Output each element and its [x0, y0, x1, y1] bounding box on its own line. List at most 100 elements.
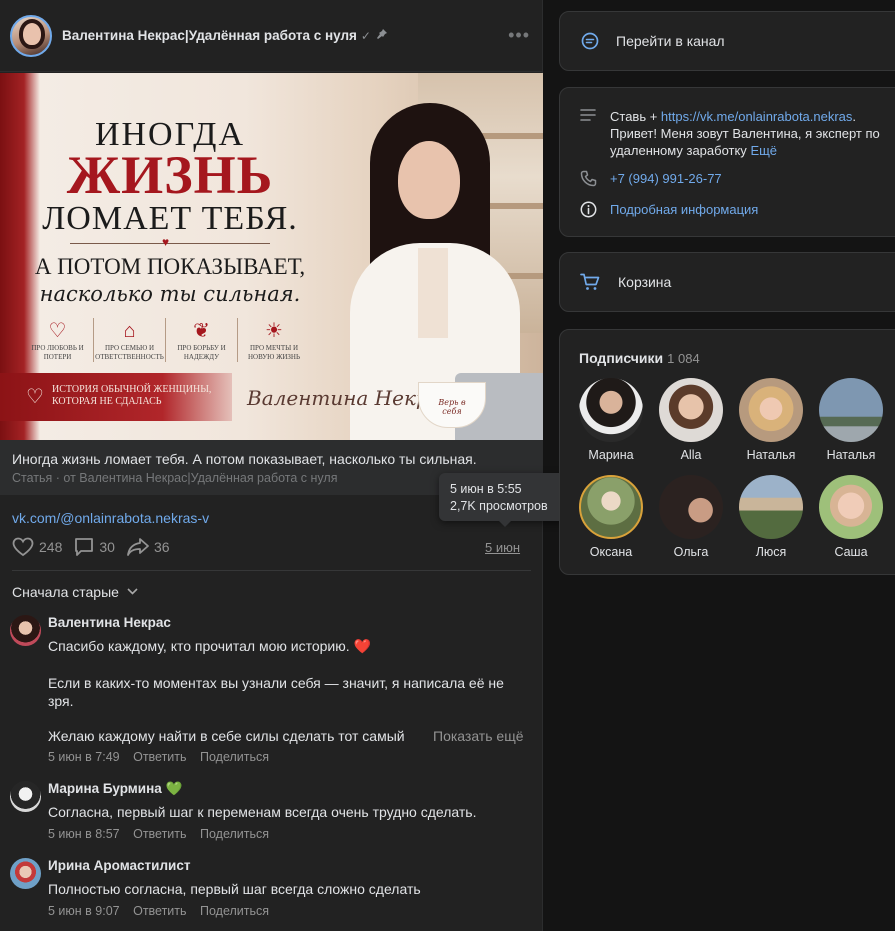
sprout-icon: ❦ [193, 320, 210, 342]
commenter-avatar[interactable] [10, 781, 41, 812]
go-to-channel-label: Перейти в канал [616, 33, 725, 49]
subscriber-item[interactable]: Марина [579, 378, 643, 462]
post-actions: 248 30 36 [12, 537, 182, 557]
show-more-link[interactable]: Показать ещё [429, 727, 524, 745]
comment-item: Валентина Некрас Спасибо каждому, кто пр… [10, 615, 535, 765]
subscriber-name: Наталья [746, 448, 796, 462]
subscriber-name: Оксана [589, 545, 633, 559]
banner-theme-caption: ПРО МЕЧТЫ И НОВУЮ ЖИЗНЬ [247, 344, 301, 361]
share-comment-button[interactable]: Поделиться [200, 904, 269, 918]
author-avatar[interactable] [10, 14, 52, 57]
tooltip-datetime: 5 июн в 5:55 [450, 482, 522, 496]
commenter-avatar[interactable] [10, 858, 41, 889]
reply-button[interactable]: Ответить [133, 904, 186, 918]
date-tooltip: 5 июн в 5:55 2,7K просмотров [439, 473, 569, 527]
comment-meta: 5 июн в 7:49 Ответить Поделиться [48, 750, 279, 764]
description-more-link[interactable]: Ещё [750, 143, 777, 158]
comment-text: Если в каких-то моментах вы узнали себя … [48, 675, 504, 709]
banner-title-line2: ЖИЗНЬ [66, 145, 274, 205]
subscriber-name: Наталья [826, 448, 876, 462]
heart-icon: ♥ [162, 235, 170, 249]
details-link[interactable]: Подробная информация [610, 201, 880, 221]
subscriber-avatar [659, 475, 723, 539]
more-options-icon[interactable]: ••• [508, 25, 530, 46]
sunrise-icon: ☀ [265, 320, 283, 342]
subscriber-avatar [579, 475, 643, 539]
share-button[interactable]: 36 [127, 537, 170, 557]
share-comment-button[interactable]: Поделиться [200, 827, 269, 841]
comment-item: Ирина Аромастилист Полностью согласна, п… [10, 858, 535, 923]
comment-text: Согласна, первый шаг к переменам всегда … [48, 804, 477, 820]
go-to-channel-button[interactable]: Перейти в канал [559, 11, 895, 71]
subscriber-name: Саша [834, 545, 868, 559]
info-icon [580, 201, 610, 221]
subscriber-item[interactable]: Alla [659, 378, 723, 462]
text-lines-icon [580, 108, 610, 159]
banner-theme-struggle: ❦ ПРО БОРЬБУ И НАДЕЖДУ [166, 318, 238, 362]
comment-time[interactable]: 5 июн в 8:57 [48, 827, 120, 841]
comment-icon [75, 538, 94, 556]
subscriber-item[interactable]: Наталья [739, 378, 803, 462]
share-comment-button[interactable]: Поделиться [200, 750, 269, 764]
commenter-name[interactable]: Валентина Некрас [48, 615, 171, 630]
divider [12, 570, 531, 571]
subscriber-item[interactable]: Люся [739, 475, 803, 559]
comment-sort-dropdown[interactable]: Сначала старые [12, 584, 138, 600]
reply-button[interactable]: Ответить [133, 750, 186, 764]
cart-label: Корзина [618, 274, 672, 290]
phone-link[interactable]: +7 (994) 991-26-77 [610, 170, 880, 190]
banner-divider [70, 243, 270, 244]
post-header: Валентина Некрас|Удалённая работа с нуля… [0, 0, 542, 72]
subscriber-avatar [659, 378, 723, 442]
heart-line-icon: ♡ [26, 386, 44, 408]
subscribers-header[interactable]: Подписчики 1 084 [579, 350, 700, 366]
heart-outline-icon: ♡ [48, 320, 67, 342]
pin-icon [376, 29, 387, 42]
post-date[interactable]: 5 июн [485, 540, 520, 555]
banner-theme-caption: ПРО СЕМЬЮ И ОТВЕТСТВЕННОСТЬ [95, 344, 164, 361]
subscriber-item[interactable]: Оксана [579, 475, 643, 559]
commenter-name[interactable]: Ирина Аромастилист [48, 858, 190, 873]
like-button[interactable]: 248 [12, 537, 62, 557]
phone-row: +7 (994) 991-26-77 [580, 170, 880, 190]
banner-theme-caption: ПРО БОРЬБУ И НАДЕЖДУ [177, 344, 226, 361]
comment-item: Марина Бурмина 💚 Согласна, первый шаг к … [10, 781, 535, 846]
description-row: Ставь + https://vk.me/onlainrabota.nekra… [580, 108, 880, 159]
comment-button[interactable]: 30 [74, 537, 115, 557]
banner-theme-dreams: ☀ ПРО МЕЧТЫ И НОВУЮ ЖИЗНЬ [238, 318, 310, 362]
comment-time[interactable]: 5 июн в 9:07 [48, 904, 120, 918]
comment-meta: 5 июн в 9:07 Ответить Поделиться [48, 904, 279, 918]
banner-subtitle-line1: А ПОТОМ ПОКАЗЫВАЕТ, [34, 254, 306, 279]
verified-icon: ✓ [360, 28, 371, 43]
share-count: 36 [153, 539, 170, 555]
cart-icon [580, 273, 600, 290]
subscribers-card: Подписчики 1 084 Марина Alla Наталья Ната… [559, 329, 895, 575]
subscriber-item[interactable]: Наталья [819, 378, 883, 462]
commenter-name[interactable]: Марина Бурмина 💚 [48, 781, 182, 797]
subscriber-item[interactable]: Ольга [659, 475, 723, 559]
article-title[interactable]: Иногда жизнь ломает тебя. А потом показы… [12, 451, 531, 467]
comment-meta: 5 июн в 8:57 Ответить Поделиться [48, 827, 279, 841]
community-description: Ставь + https://vk.me/onlainrabota.nekra… [610, 108, 880, 159]
sort-label: Сначала старые [12, 584, 119, 600]
comment-time[interactable]: 5 июн в 7:49 [48, 750, 120, 764]
subscriber-avatar [819, 475, 883, 539]
comment-text: Полностью согласна, первый шаг всегда сл… [48, 881, 421, 897]
subscriber-item[interactable]: Саша [819, 475, 883, 559]
reply-button[interactable]: Ответить [133, 827, 186, 841]
author-name[interactable]: Валентина Некрас|Удалённая работа с нуля [62, 28, 357, 43]
phone-icon [580, 170, 610, 190]
like-count: 248 [39, 539, 63, 555]
banner-title-line3: ЛОМАЕТ ТЕБЯ. [42, 200, 298, 237]
cart-button[interactable]: Корзина [559, 252, 895, 312]
description-link[interactable]: https://vk.me/onlainrabota.nekras [661, 109, 853, 124]
subscriber-name: Люся [755, 545, 787, 559]
banner-theme-love: ♡ ПРО ЛЮБОВЬ И ПОТЕРИ [22, 318, 94, 362]
subscribers-count: 1 084 [667, 351, 700, 366]
article-link[interactable]: vk.com/@onlainrabota.nekras-v [12, 510, 209, 526]
chevron-down-icon [127, 586, 138, 598]
banner-theme-family: ⌂ ПРО СЕМЬЮ И ОТВЕТСТВЕННОСТЬ [94, 318, 166, 362]
commenter-avatar[interactable] [10, 615, 41, 646]
heart-icon [12, 537, 34, 557]
comment-text: Спасибо каждому, кто прочитал мою истори… [48, 638, 371, 654]
